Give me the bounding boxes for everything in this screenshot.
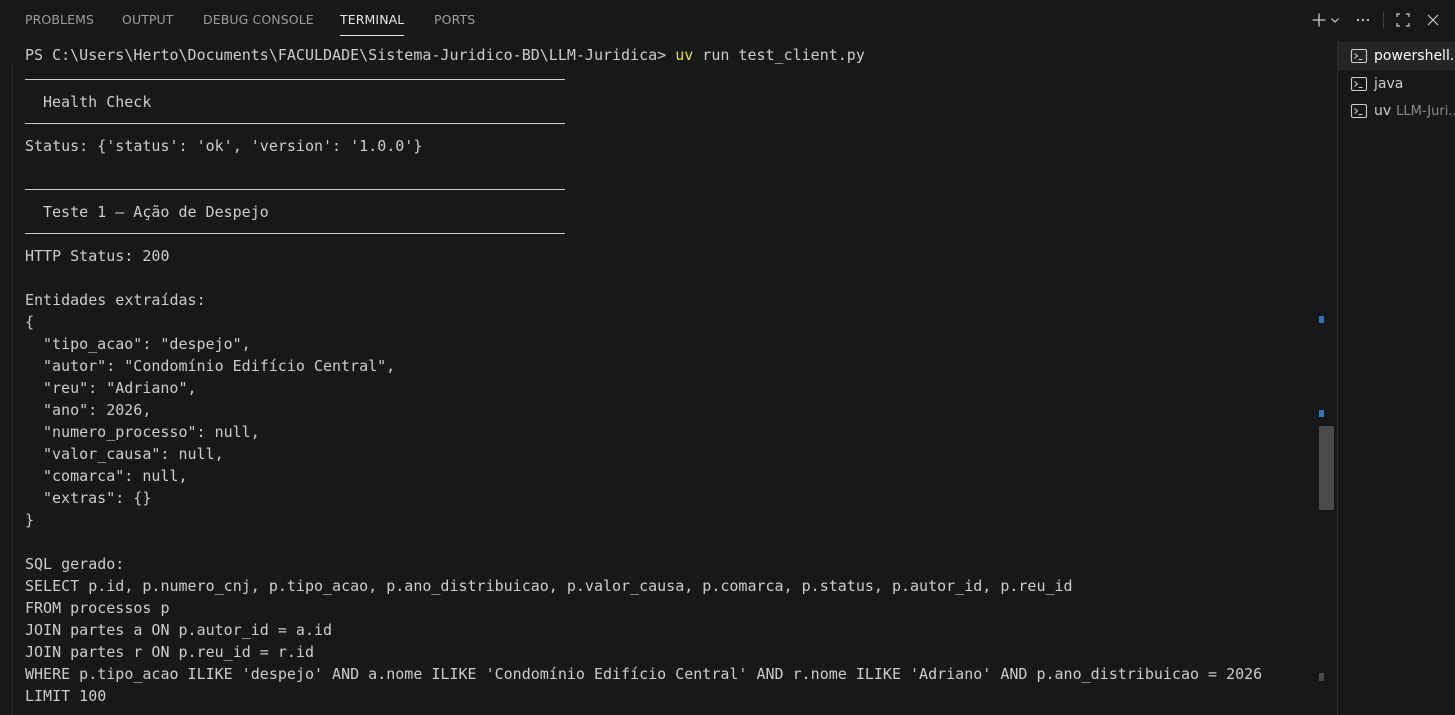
terminal-output[interactable]: PS C:\Users\Herto\Documents\FACULDADE\Si…	[0, 40, 1320, 715]
sql-line: FROM processos p	[25, 599, 170, 617]
maximize-icon	[1396, 13, 1410, 27]
terminal-scrollbar[interactable]	[1318, 40, 1335, 715]
terminal-tab-java[interactable]: java	[1338, 70, 1455, 98]
more-actions-button[interactable]	[1352, 8, 1374, 32]
tab-terminal[interactable]: TERMINAL	[340, 12, 405, 36]
json-line: "reu": "Adriano",	[43, 379, 197, 397]
divider-rule	[25, 233, 565, 234]
http-status-line: HTTP Status: 200	[25, 247, 170, 265]
json-line: "numero_processo": null,	[43, 423, 260, 441]
sql-line: JOIN partes a ON p.autor_id = a.id	[25, 621, 333, 639]
scroll-marker	[1319, 410, 1324, 417]
divider-rule	[25, 123, 565, 124]
terminal-tab-description: LLM-Juri...	[1396, 103, 1455, 119]
terminal-icon	[1350, 103, 1368, 119]
json-line: "autor": "Condomínio Edifício Central",	[43, 357, 396, 375]
section-heading-health: Health Check	[43, 93, 152, 111]
tab-ports[interactable]: PORTS	[434, 12, 475, 27]
terminal-left-guide	[12, 64, 13, 715]
close-icon	[1427, 14, 1439, 26]
new-terminal-button[interactable]	[1310, 8, 1328, 32]
ellipsis-icon	[1356, 18, 1370, 22]
terminal-tab-label: java	[1374, 76, 1404, 92]
panel-tab-bar: PROBLEMS OUTPUT DEBUG CONSOLE TERMINAL P…	[0, 0, 1455, 40]
terminal-tab-powershell[interactable]: powershell...	[1338, 42, 1455, 70]
json-line: "tipo_acao": "despejo",	[43, 335, 251, 353]
tab-debug-console[interactable]: DEBUG CONSOLE	[203, 12, 314, 27]
json-line: "valor_causa": null,	[43, 445, 224, 463]
tab-output[interactable]: OUTPUT	[122, 12, 174, 27]
entities-label: Entidades extraídas:	[25, 291, 206, 309]
command-bin: uv	[675, 46, 694, 64]
divider-rule	[25, 79, 565, 80]
panel-actions	[1310, 6, 1443, 34]
scroll-marker	[1319, 316, 1324, 323]
terminal-tabs-list: powershell... java uv LLM-Juri...	[1337, 40, 1455, 715]
plus-icon	[1312, 13, 1326, 27]
terminal-tab-uv[interactable]: uv LLM-Juri...	[1338, 97, 1455, 125]
sql-line: LIMIT 100	[25, 687, 107, 705]
command-args: run test_client.py	[693, 46, 865, 64]
terminal-icon	[1350, 48, 1368, 64]
json-line: "comarca": null,	[43, 467, 188, 485]
divider-rule	[25, 189, 565, 190]
section-heading-test1: Teste 1 — Ação de Despejo	[43, 203, 269, 221]
sql-line: SELECT p.id, p.numero_cnj, p.tipo_acao, …	[25, 577, 1073, 595]
scrollbar-thumb[interactable]	[1319, 426, 1334, 510]
prompt-text: PS C:\Users\Herto\Documents\FACULDADE\Si…	[25, 46, 676, 64]
sql-line: JOIN partes r ON p.reu_id = r.id	[25, 643, 314, 661]
scroll-marker	[1319, 673, 1324, 681]
json-line: "extras": {}	[43, 489, 152, 507]
sql-label: SQL gerado:	[25, 555, 125, 573]
chevron-down-icon	[1331, 18, 1339, 23]
terminal-tab-label: uv	[1374, 103, 1392, 119]
json-line: "ano": 2026,	[43, 401, 152, 419]
json-close-brace: }	[25, 511, 35, 529]
maximize-panel-button[interactable]	[1393, 8, 1413, 32]
terminal-tab-label: powershell...	[1374, 48, 1455, 64]
tab-problems[interactable]: PROBLEMS	[25, 12, 94, 27]
actions-divider	[1383, 12, 1384, 28]
json-open-brace: {	[25, 313, 35, 331]
terminal-icon	[1350, 76, 1368, 92]
command-line: PS C:\Users\Herto\Documents\FACULDADE\Si…	[25, 44, 865, 66]
health-status-line: Status: {'status': 'ok', 'version': '1.0…	[25, 137, 423, 155]
close-panel-button[interactable]	[1423, 8, 1443, 32]
sql-line: WHERE p.tipo_acao ILIKE 'despejo' AND a.…	[25, 665, 1263, 683]
launch-profile-button[interactable]	[1328, 8, 1342, 32]
